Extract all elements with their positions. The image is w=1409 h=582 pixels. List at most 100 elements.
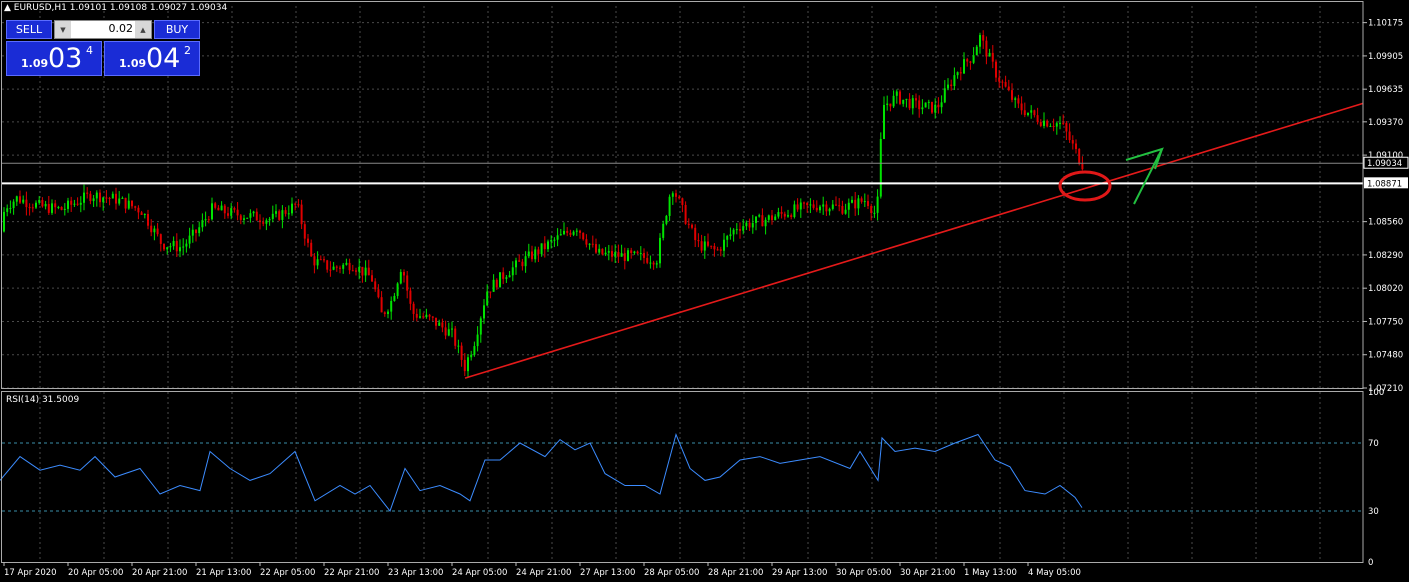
candle-body: [169, 246, 172, 248]
chart-frames: [1, 1, 1364, 563]
candle-body: [156, 228, 159, 235]
candle-body: [1081, 163, 1084, 170]
candle-body: [143, 214, 146, 216]
candle-body: [921, 107, 924, 110]
candle-body: [166, 247, 169, 250]
candle-body: [854, 199, 857, 209]
candle-body: [255, 211, 258, 221]
candle-body: [1036, 115, 1039, 123]
candle-body: [374, 281, 377, 290]
candle-body: [815, 207, 818, 211]
candle-body: [767, 215, 770, 220]
candle-body: [457, 345, 460, 347]
lot-increase-icon[interactable]: ▲: [135, 21, 151, 38]
candle-body: [575, 230, 578, 232]
time-label-13: 30 Apr 05:00: [836, 568, 891, 578]
candle-body: [652, 262, 655, 265]
candle-body: [886, 103, 889, 105]
candle-body: [831, 204, 834, 209]
main-frame: [1, 1, 1364, 389]
candle-body: [982, 35, 985, 41]
candle-body: [876, 196, 879, 213]
candle-body: [585, 239, 588, 245]
candle-body: [47, 203, 50, 213]
candle-body: [41, 199, 44, 207]
buy-price-box[interactable]: 1.09 04 2: [104, 41, 200, 76]
candle-body: [403, 272, 405, 276]
candle-body: [460, 345, 463, 360]
candle-body: [646, 257, 649, 263]
candle-body: [515, 260, 517, 268]
candle-body: [323, 259, 325, 261]
time-label-9: 27 Apr 13:00: [580, 568, 635, 578]
candle-body: [223, 205, 226, 214]
candle-body: [1023, 110, 1026, 116]
chart-objects[interactable]: [2, 102, 1364, 379]
time-label-3: 21 Apr 13:00: [196, 568, 251, 578]
candle-body: [9, 208, 12, 210]
candle-body: [406, 275, 409, 291]
candle-body: [703, 241, 706, 251]
candle-body: [361, 266, 364, 276]
candle-body: [297, 204, 300, 206]
candle-body: [134, 206, 137, 208]
candle-body: [633, 251, 636, 253]
lot-size-field[interactable]: ▼ 0.02 ▲: [54, 20, 152, 39]
candle-body: [387, 311, 389, 314]
candle-body: [313, 256, 316, 266]
candle-body: [511, 267, 514, 276]
candle-body: [751, 223, 754, 228]
candle-body: [79, 202, 82, 205]
candle-body: [639, 253, 642, 255]
candle-body: [185, 243, 188, 247]
candle-body: [899, 91, 901, 104]
candle-body: [895, 91, 898, 96]
candle-body: [153, 228, 156, 233]
candle-body: [303, 224, 306, 239]
lot-size-value[interactable]: 0.02: [73, 22, 134, 35]
candle-body: [239, 215, 242, 220]
time-label-16: 4 May 05:00: [1028, 568, 1081, 578]
time-label-8: 24 Apr 21:00: [516, 568, 571, 578]
candle-body: [713, 246, 716, 250]
candle-body: [569, 232, 572, 235]
time-label-2: 20 Apr 21:00: [132, 568, 187, 578]
candle-body: [207, 219, 210, 221]
candle-body: [915, 98, 917, 101]
candle-body: [275, 211, 277, 214]
chart-canvas[interactable]: 1.10175 1.09905 1.09635 1.09370 1.09 100 1.085…: [0, 0, 1409, 582]
price-label-6: 1.08290: [1368, 251, 1403, 261]
buy-button[interactable]: BUY: [154, 20, 200, 39]
candle-body: [131, 200, 133, 207]
candle-body: [51, 203, 53, 213]
candle-body: [1055, 123, 1058, 127]
lot-decrease-icon[interactable]: ▼: [55, 21, 71, 38]
time-label-7: 24 Apr 05:00: [452, 568, 507, 578]
buy-price-prefix: 1.09: [119, 57, 147, 70]
sell-price-box[interactable]: 1.09 03 4: [6, 41, 102, 76]
candle-body: [1078, 149, 1081, 164]
candle-body: [409, 290, 412, 304]
time-label-10: 28 Apr 05:00: [644, 568, 699, 578]
candle-body: [419, 316, 421, 318]
sell-button[interactable]: SELL: [6, 20, 52, 39]
candle-body: [486, 291, 489, 306]
candle-body: [559, 234, 562, 236]
candle-body: [268, 218, 271, 221]
level-price-tag-label: 1.08871: [1367, 179, 1402, 189]
candle-body: [483, 305, 485, 319]
candle-body: [355, 270, 357, 272]
candle-body: [335, 266, 338, 268]
candle-body: [879, 139, 882, 197]
candle-body: [540, 243, 543, 255]
candlesticks: [3, 30, 1084, 377]
candle-body: [937, 104, 940, 108]
candle-body: [262, 222, 265, 224]
candle-body: [1011, 90, 1013, 100]
candle-body: [588, 243, 591, 245]
candle-body: [995, 61, 997, 78]
price-label-7: 1.08020: [1368, 284, 1403, 294]
candle-body: [473, 346, 476, 355]
candle-body: [803, 202, 805, 204]
candle-body: [681, 198, 684, 205]
